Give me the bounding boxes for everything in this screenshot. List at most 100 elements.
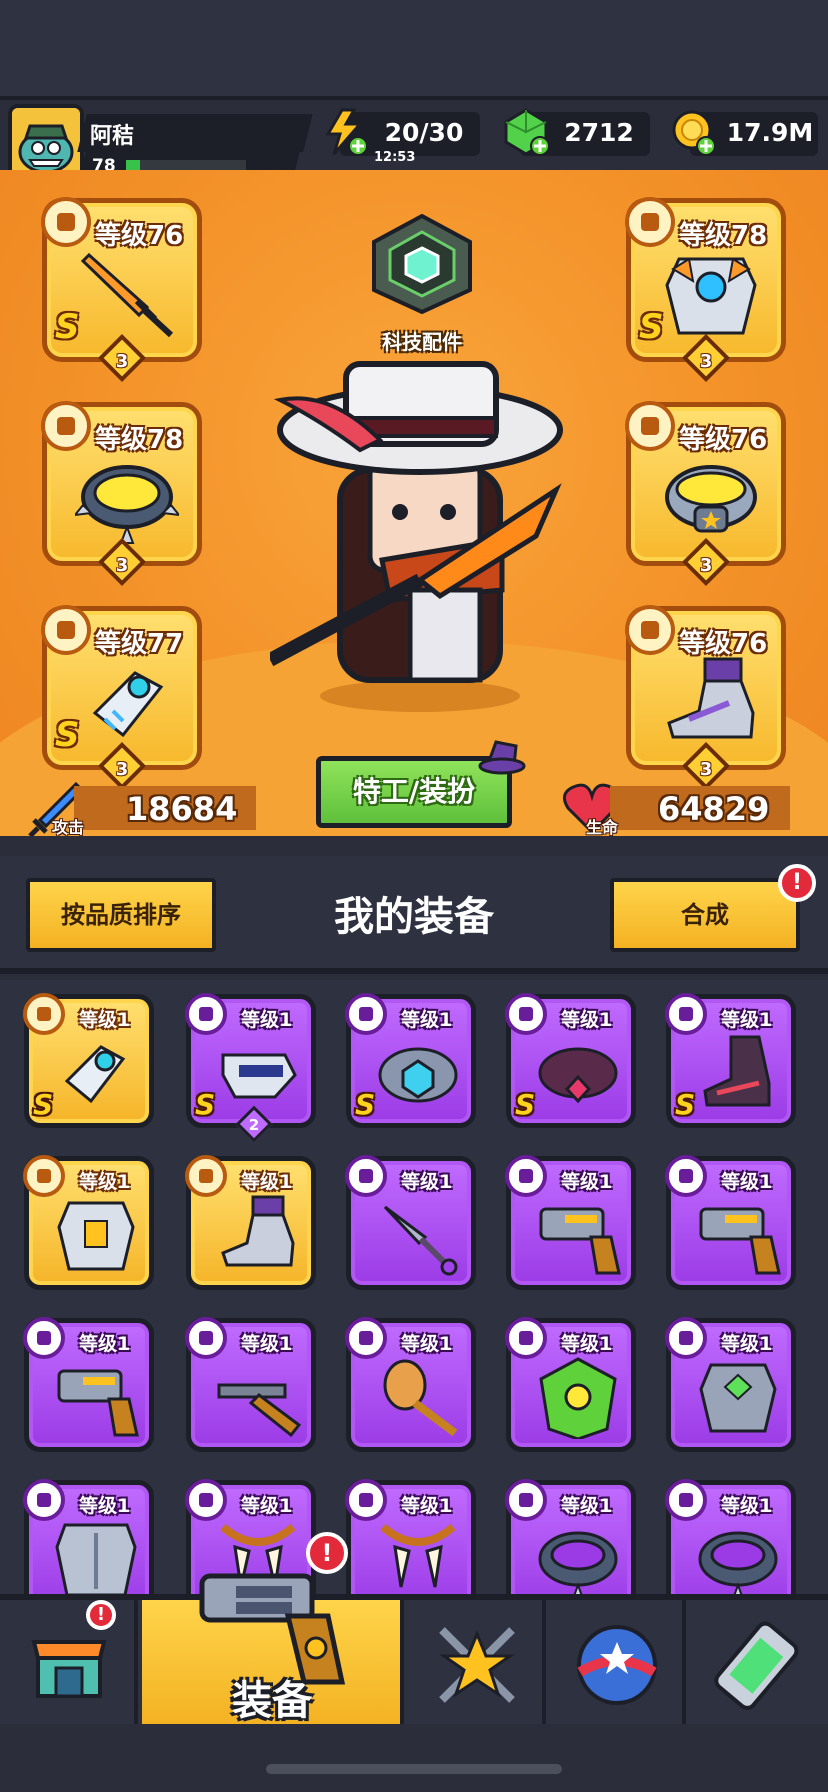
inventory-item[interactable]: 等级1 (505, 1317, 636, 1452)
hero-character (270, 361, 563, 712)
item-level: 等级1 (561, 1009, 613, 1031)
equip-slot-armor[interactable]: 等级78 S 3 (625, 197, 786, 383)
star-ball-icon (577, 1625, 657, 1705)
item-level: 等级1 (241, 1171, 293, 1193)
item-type-icon (185, 1155, 227, 1197)
boot-icon (667, 657, 755, 739)
item-type-icon (345, 1479, 387, 1521)
inventory-item[interactable]: 等级1 S (345, 993, 476, 1128)
inventory-item[interactable]: 等级1 (665, 1317, 796, 1452)
inventory-item[interactable]: 等级1 S (23, 993, 154, 1128)
item-type-icon (505, 1317, 547, 1359)
bottom-safe-area (0, 1724, 828, 1792)
inventory-item[interactable]: 等级1 (23, 1155, 154, 1290)
gloves-type-icon (41, 605, 91, 655)
equip-slot-necklace[interactable]: 等级78 3 (41, 401, 202, 587)
item-rank: S (33, 1088, 54, 1121)
spiked-collar-icon (538, 1531, 618, 1594)
gem-belt-icon (378, 1047, 458, 1103)
equip-slot-weapon[interactable]: 等级76 S 3 (41, 197, 202, 383)
item-level: 等级1 (561, 1495, 613, 1517)
attack-value: 18684 (126, 790, 238, 828)
item-level: 等级1 (79, 1009, 131, 1031)
slot-rank: S (639, 307, 664, 347)
inventory-item[interactable]: 等级1 (345, 1155, 476, 1290)
slot-rank: S (55, 307, 80, 347)
item-level: 等级1 (79, 1333, 131, 1355)
inventory-item[interactable]: 等级1 (345, 1479, 476, 1594)
slot-stars: 3 (115, 351, 129, 372)
gem-value: 2712 (564, 118, 634, 147)
inventory-item[interactable]: 等级1 S 2 (185, 993, 316, 1143)
laser-gun-icon (221, 1053, 297, 1099)
item-type-icon (665, 1317, 707, 1359)
spiked-club-icon (383, 1359, 458, 1437)
nav-tab-gene[interactable] (688, 1600, 826, 1724)
monster-avatar-icon (12, 108, 80, 176)
inventory-item[interactable]: 等级1 (505, 1479, 636, 1594)
home-indicator (266, 1764, 562, 1774)
item-rank: S (355, 1088, 376, 1121)
item-level: 等级1 (401, 1009, 453, 1031)
item-level: 等级1 (79, 1171, 131, 1193)
status-area (0, 0, 828, 96)
item-level: 等级1 (401, 1495, 453, 1517)
equip-slot-gloves[interactable]: 等级77 S 3 (41, 605, 202, 791)
crossed-swords-star-icon (439, 1627, 515, 1703)
slot-stars: 3 (699, 759, 713, 780)
inventory-item[interactable]: 等级1 (665, 1479, 796, 1594)
inventory-item[interactable]: 等级1 (345, 1317, 476, 1452)
gauntlet-icon (92, 671, 164, 738)
equip-slot-boots[interactable]: 等级76 3 (625, 605, 786, 791)
belt-type-icon (625, 401, 675, 451)
item-level: 等级1 (241, 1495, 293, 1517)
merge-button[interactable]: 合成 (610, 878, 800, 952)
belt-icon (665, 465, 757, 533)
item-level: 等级1 (721, 1009, 773, 1031)
equip-slot-belt[interactable]: 等级76 3 (625, 401, 786, 587)
item-type-icon (505, 1155, 547, 1197)
item-type-icon (23, 993, 65, 1035)
sort-by-quality-button[interactable]: 按品质排序 (26, 878, 216, 952)
item-level: 等级1 (401, 1333, 453, 1355)
dna-capsule-icon (714, 1621, 799, 1710)
stage-divider (0, 836, 828, 856)
slot-rank: S (55, 715, 80, 755)
inventory-item[interactable]: 等级1 (505, 1155, 636, 1290)
item-level: 等级1 (721, 1171, 773, 1193)
inventory-item[interactable]: 等级1 S (665, 993, 796, 1128)
item-level: 等级1 (401, 1171, 453, 1193)
hp-value: 64829 (658, 790, 770, 828)
slot-stars: 3 (115, 555, 129, 576)
gold-coin-icon (672, 110, 716, 156)
inventory-item[interactable]: 等级1 (185, 1317, 316, 1452)
sword-icon (80, 252, 174, 338)
item-level: 等级1 (79, 1495, 131, 1517)
item-type-icon (665, 993, 707, 1035)
inventory-item[interactable]: 等级1 (23, 1479, 154, 1594)
player-avatar[interactable] (8, 104, 84, 180)
gold-value: 17.9M (726, 118, 814, 147)
item-type-icon (665, 1479, 707, 1521)
nav-tab-battle[interactable] (408, 1600, 546, 1724)
shop-alert-badge: ! (86, 1600, 116, 1630)
inventory-item[interactable]: 等级1 (185, 1155, 316, 1290)
leaf-armor-icon (539, 1357, 617, 1439)
revolver-icon (539, 1207, 621, 1275)
item-type-icon (345, 1317, 387, 1359)
inventory-item[interactable]: 等级1 (23, 1317, 154, 1452)
item-type-icon (505, 1479, 547, 1521)
lightning-icon (325, 108, 368, 156)
nav-tab-shop[interactable] (0, 1600, 138, 1724)
inventory-item[interactable]: 等级1 (665, 1155, 796, 1290)
item-type-icon (23, 1479, 65, 1521)
tech-parts-icon[interactable] (366, 214, 478, 314)
nav-tab-gacha[interactable] (548, 1600, 686, 1724)
revolver-icon (199, 1573, 346, 1685)
kunai-icon (383, 1205, 458, 1276)
chest-armor-icon (665, 257, 757, 335)
inventory-item[interactable]: 等级1 S (505, 993, 636, 1128)
boot-icon (221, 1195, 295, 1267)
necklace-type-icon (41, 401, 91, 451)
item-level: 等级1 (241, 1009, 293, 1031)
